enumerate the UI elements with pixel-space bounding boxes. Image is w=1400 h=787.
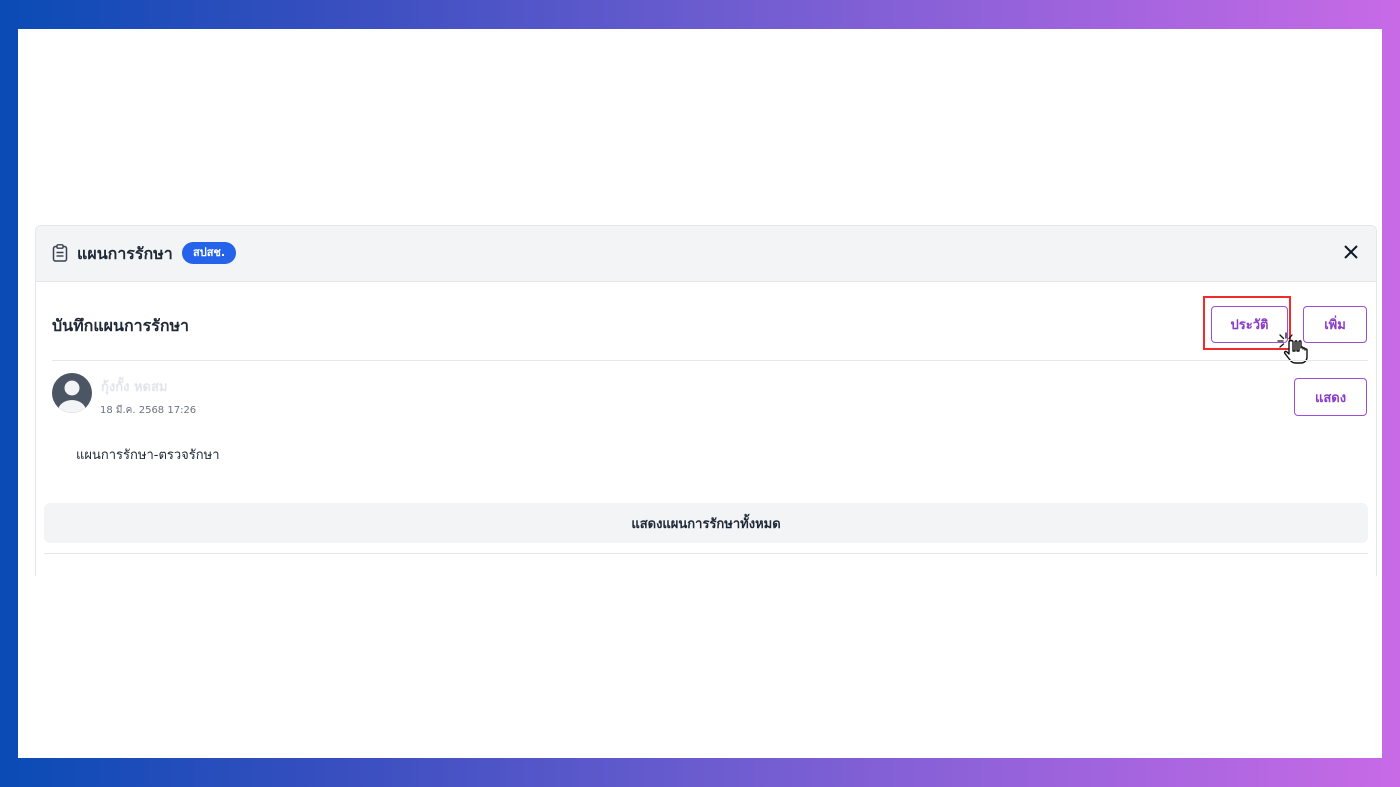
panel-title: แผนการรักษา xyxy=(77,244,173,263)
user-name: กุ้งกั้ง หดสม xyxy=(101,380,168,395)
plan-text: แผนการรักษา-ตรวจรักษา xyxy=(76,448,220,463)
entry-timestamp: 18 มี.ค. 2568 17:26 xyxy=(100,405,197,416)
panel-header: แผนการรักษา สปสช. xyxy=(36,226,1376,282)
canvas: แผนการรักษา สปสช. บันทึกแผนการรักษา ประว… xyxy=(18,29,1382,758)
nhso-tag: สปสช. xyxy=(182,242,237,264)
treatment-plan-panel: แผนการรักษา สปสช. บันทึกแผนการรักษา ประว… xyxy=(35,225,1377,576)
divider xyxy=(52,360,1368,361)
show-button[interactable]: แสดง xyxy=(1294,378,1367,416)
show-all-plans-button[interactable]: แสดงแผนการรักษาทั้งหมด xyxy=(44,503,1368,543)
section-title: บันทึกแผนการรักษา xyxy=(52,316,190,335)
close-icon[interactable] xyxy=(1344,245,1358,259)
avatar xyxy=(52,373,92,413)
clipboard-icon xyxy=(52,244,68,262)
add-button[interactable]: เพิ่ม xyxy=(1303,306,1367,343)
divider xyxy=(44,553,1368,554)
